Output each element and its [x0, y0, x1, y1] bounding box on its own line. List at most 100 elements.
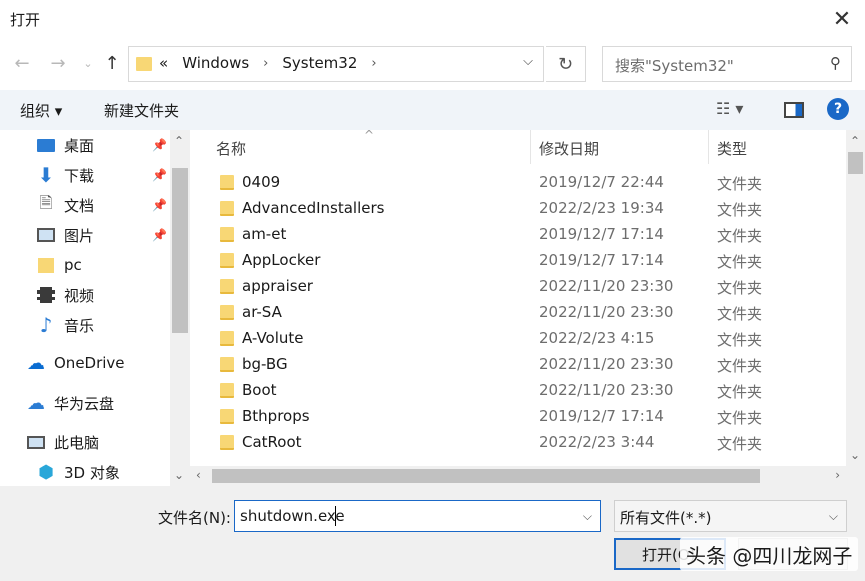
file-date: 2022/11/20 23:30: [539, 355, 674, 373]
nav-item-label: 此电脑: [54, 433, 100, 452]
scroll-up-icon[interactable]: ⌃: [174, 134, 184, 148]
chevron-right-icon[interactable]: ›: [263, 56, 268, 71]
file-date: 2022/11/20 23:30: [539, 303, 674, 321]
breadcrumb-system32[interactable]: System32: [282, 54, 357, 72]
toolbar: 组织 ▾ 新建文件夹 ☷ ▾ ?: [0, 90, 865, 130]
nav-item-pictures[interactable]: 图片 📌: [36, 221, 190, 249]
search-box[interactable]: 搜索"System32" ⚲: [602, 46, 852, 82]
chevron-down-icon[interactable]: ⌵: [583, 509, 592, 524]
organize-label: 组织: [20, 102, 51, 120]
nav-item-pc[interactable]: pc: [36, 251, 190, 279]
address-bar[interactable]: « Windows › System32 › ⌵: [128, 46, 544, 82]
nav-item-label: 桌面: [64, 136, 95, 155]
back-arrow-icon[interactable]: ←: [10, 50, 34, 76]
filename-input[interactable]: shutdown.exe: [240, 507, 345, 525]
column-header-date[interactable]: 修改日期: [539, 138, 599, 159]
cloud-icon: ☁: [27, 352, 45, 374]
file-row[interactable]: am-et 2019/12/7 17:14 文件夹: [190, 222, 846, 248]
nav-item-huawei-cloud[interactable]: ☁ 华为云盘: [26, 389, 190, 417]
nav-item-label: pc: [64, 256, 82, 274]
file-row[interactable]: A-Volute 2022/2/23 4:15 文件夹: [190, 326, 846, 352]
new-folder-button[interactable]: 新建文件夹: [104, 100, 179, 121]
open-file-dialog: 打开 ✕ ← → ⌄ ↑ « Windows › System32 › ⌵ ↻ …: [0, 0, 865, 581]
scroll-up-icon[interactable]: ⌃: [850, 134, 860, 148]
refresh-icon[interactable]: ↻: [546, 46, 586, 82]
nav-item-this-pc[interactable]: 此电脑: [26, 428, 190, 456]
file-row[interactable]: ar-SA 2022/11/20 23:30 文件夹: [190, 300, 846, 326]
nav-item-onedrive[interactable]: ☁ OneDrive: [26, 349, 190, 377]
dialog-footer: 文件名(N): shutdown.exe ⌵ 所有文件(*.*) ⌵ 打开(O)…: [0, 486, 865, 581]
column-divider[interactable]: [530, 130, 531, 164]
file-name: CatRoot: [242, 433, 302, 451]
navigation-scrollbar[interactable]: ⌃ ⌄: [170, 130, 190, 486]
file-date: 2022/2/23 4:15: [539, 329, 655, 347]
navigation-bar: ← → ⌄ ↑ « Windows › System32 › ⌵ ↻ 搜索"Sy…: [0, 38, 865, 90]
file-row[interactable]: Bthprops 2019/12/7 17:14 文件夹: [190, 404, 846, 430]
up-arrow-icon[interactable]: ↑: [100, 50, 124, 76]
nav-item-desktop[interactable]: 桌面 📌: [36, 131, 190, 159]
breadcrumb-overflow[interactable]: «: [159, 54, 168, 72]
nav-item-videos[interactable]: 视频: [36, 281, 190, 309]
chevron-down-icon[interactable]: ⌵: [523, 54, 533, 69]
column-header-type[interactable]: 类型: [717, 138, 747, 159]
file-row[interactable]: appraiser 2022/11/20 23:30 文件夹: [190, 274, 846, 300]
column-divider[interactable]: [708, 130, 709, 164]
pin-icon[interactable]: 📌: [152, 168, 167, 182]
preview-pane-icon[interactable]: [784, 102, 804, 118]
file-row[interactable]: bg-BG 2022/11/20 23:30 文件夹: [190, 352, 846, 378]
scroll-right-icon[interactable]: ›: [835, 468, 840, 482]
title-bar: 打开 ✕: [0, 0, 865, 38]
nav-item-downloads[interactable]: ⬇ 下载 📌: [36, 161, 190, 189]
file-date: 2022/2/23 19:34: [539, 199, 664, 217]
file-date: 2019/12/7 17:14: [539, 225, 664, 243]
file-row[interactable]: CatRoot 2022/2/23 3:44 文件夹: [190, 430, 846, 456]
music-icon: ♪: [39, 313, 53, 337]
scrollbar-thumb[interactable]: [172, 168, 188, 333]
organize-button[interactable]: 组织 ▾: [20, 100, 62, 121]
scroll-left-icon[interactable]: ‹: [196, 468, 201, 482]
file-name: am-et: [242, 225, 287, 243]
file-list-horizontal-scrollbar[interactable]: ‹ ›: [190, 466, 846, 486]
file-type: 文件夹: [717, 201, 763, 219]
filename-field[interactable]: shutdown.exe ⌵: [234, 500, 601, 532]
file-row[interactable]: AppLocker 2019/12/7 17:14 文件夹: [190, 248, 846, 274]
scroll-down-icon[interactable]: ⌄: [850, 448, 860, 462]
file-date: 2022/11/20 23:30: [539, 277, 674, 295]
help-icon[interactable]: ?: [827, 98, 849, 120]
pin-icon[interactable]: 📌: [152, 228, 167, 242]
forward-arrow-icon[interactable]: →: [46, 50, 70, 76]
breadcrumb-windows[interactable]: Windows: [182, 54, 249, 72]
file-date: 2019/12/7 17:14: [539, 407, 664, 425]
search-icon[interactable]: ⚲: [830, 54, 841, 72]
file-row[interactable]: 0409 2019/12/7 22:44 文件夹: [190, 170, 846, 196]
pin-icon[interactable]: 📌: [152, 138, 167, 152]
scrollbar-thumb[interactable]: [212, 469, 760, 483]
nav-item-music[interactable]: ♪ 音乐: [36, 311, 190, 339]
close-icon[interactable]: ✕: [819, 0, 865, 38]
pin-icon[interactable]: 📌: [152, 198, 167, 212]
file-type-select[interactable]: 所有文件(*.*) ⌵: [614, 500, 847, 532]
cube-icon: ⬢: [38, 461, 54, 483]
chevron-right-icon[interactable]: ›: [371, 56, 376, 71]
column-header-name[interactable]: 名称: [216, 138, 246, 159]
video-icon: [36, 286, 56, 304]
nav-item-3d-objects[interactable]: ⬢ 3D 对象: [36, 458, 190, 486]
file-row[interactable]: Boot 2022/11/20 23:30 文件夹: [190, 378, 846, 404]
scrollbar-thumb[interactable]: [848, 152, 863, 174]
file-name: appraiser: [242, 277, 313, 295]
file-date: 2022/2/23 3:44: [539, 433, 655, 451]
file-type: 文件夹: [717, 357, 763, 375]
nav-item-documents[interactable]: 🗎 文档 📌: [36, 191, 190, 219]
scroll-down-icon[interactable]: ⌄: [174, 468, 184, 482]
search-input[interactable]: 搜索"System32": [615, 55, 734, 76]
column-header-row: ^ 名称 修改日期 类型: [190, 130, 846, 164]
file-list-vertical-scrollbar[interactable]: ⌃ ⌄: [846, 130, 865, 466]
file-row[interactable]: AdvancedInstallers 2022/2/23 19:34 文件夹: [190, 196, 846, 222]
file-name: bg-BG: [242, 355, 288, 373]
chevron-down-icon[interactable]: ⌵: [829, 509, 838, 524]
view-options-icon[interactable]: ☷ ▾: [716, 99, 743, 118]
download-icon: ⬇: [37, 163, 55, 187]
watermark: 头条 @四川龙网子: [680, 537, 859, 571]
file-type: 文件夹: [717, 175, 763, 193]
recent-locations-chevron-icon[interactable]: ⌄: [76, 50, 100, 76]
